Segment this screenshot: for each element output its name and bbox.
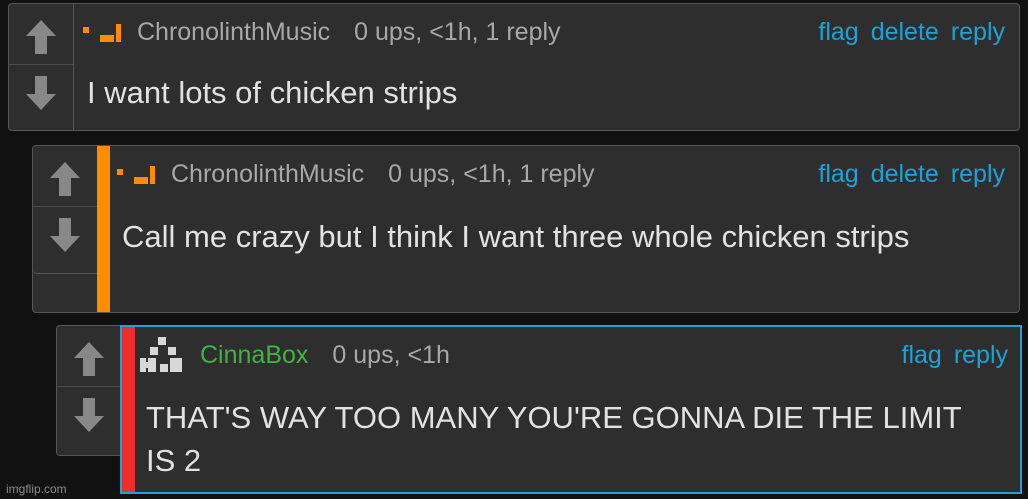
comment-text: I want lots of chicken strips <box>87 75 458 110</box>
vote-column <box>56 325 122 456</box>
flag-link[interactable]: flag <box>818 18 858 47</box>
comment-header: CinnaBox 0 ups, <1h <box>140 327 450 383</box>
downvote-button[interactable] <box>33 210 97 260</box>
comment-meta: 0 ups, <1h <box>332 340 450 369</box>
upvote-arrow-icon <box>26 20 56 54</box>
username[interactable]: CinnaBox <box>200 341 308 370</box>
imgflip-watermark: imgflip.com <box>6 482 67 496</box>
comment-3: CinnaBox 0 ups, <1h flag reply THAT'S WA… <box>56 325 1022 494</box>
pixel-avatar-icon <box>140 337 182 372</box>
upvote-button[interactable] <box>57 334 121 384</box>
reply-depth-bar <box>97 146 110 312</box>
username[interactable]: ChronolinthMusic <box>171 160 364 189</box>
comment-actions: flag delete reply <box>806 4 1005 60</box>
reply-link[interactable]: reply <box>954 341 1008 370</box>
vote-divider <box>9 64 73 65</box>
flag-link[interactable]: flag <box>902 341 942 370</box>
comment-2: ChronolinthMusic 0 ups, <1h, 1 reply fla… <box>32 145 1020 313</box>
delete-link[interactable]: delete <box>871 160 939 189</box>
reply-link[interactable]: reply <box>951 18 1005 47</box>
downvote-arrow-icon <box>26 76 56 110</box>
upvote-button[interactable] <box>33 154 97 204</box>
flag-link[interactable]: flag <box>818 160 858 189</box>
upvote-arrow-icon <box>50 162 80 196</box>
downvote-arrow-icon <box>50 218 80 252</box>
upvote-button[interactable] <box>9 12 73 62</box>
downvote-button[interactable] <box>57 390 121 440</box>
selected-comment-frame: CinnaBox 0 ups, <1h flag reply THAT'S WA… <box>120 325 1022 494</box>
comment-text: Call me crazy but I think I want three w… <box>122 219 910 254</box>
vote-column <box>33 146 98 274</box>
comment-actions: flag delete reply <box>806 146 1005 202</box>
comment-meta: 0 ups, <1h, 1 reply <box>388 159 595 188</box>
comment-text: THAT'S WAY TOO MANY YOU'RE GONNA DIE THE… <box>146 400 962 478</box>
username[interactable]: ChronolinthMusic <box>137 18 330 47</box>
vote-column <box>9 4 74 130</box>
comment-1: ChronolinthMusic 0 ups, <1h, 1 reply fla… <box>8 3 1020 131</box>
comment-header: ChronolinthMusic 0 ups, <1h, 1 reply <box>83 4 561 60</box>
vote-divider <box>57 386 121 387</box>
comment-meta: 0 ups, <1h, 1 reply <box>354 17 561 46</box>
reply-depth-bar <box>122 327 135 492</box>
vote-divider <box>33 206 97 207</box>
downvote-button[interactable] <box>9 68 73 118</box>
delete-link[interactable]: delete <box>871 18 939 47</box>
downvote-arrow-icon <box>74 398 104 432</box>
upvote-arrow-icon <box>74 342 104 376</box>
reply-link[interactable]: reply <box>951 160 1005 189</box>
comment-header: ChronolinthMusic 0 ups, <1h, 1 reply <box>117 146 595 202</box>
comment-actions: flag reply <box>890 327 1009 383</box>
pixel-avatar-icon <box>117 166 155 184</box>
pixel-avatar-icon <box>83 24 121 42</box>
